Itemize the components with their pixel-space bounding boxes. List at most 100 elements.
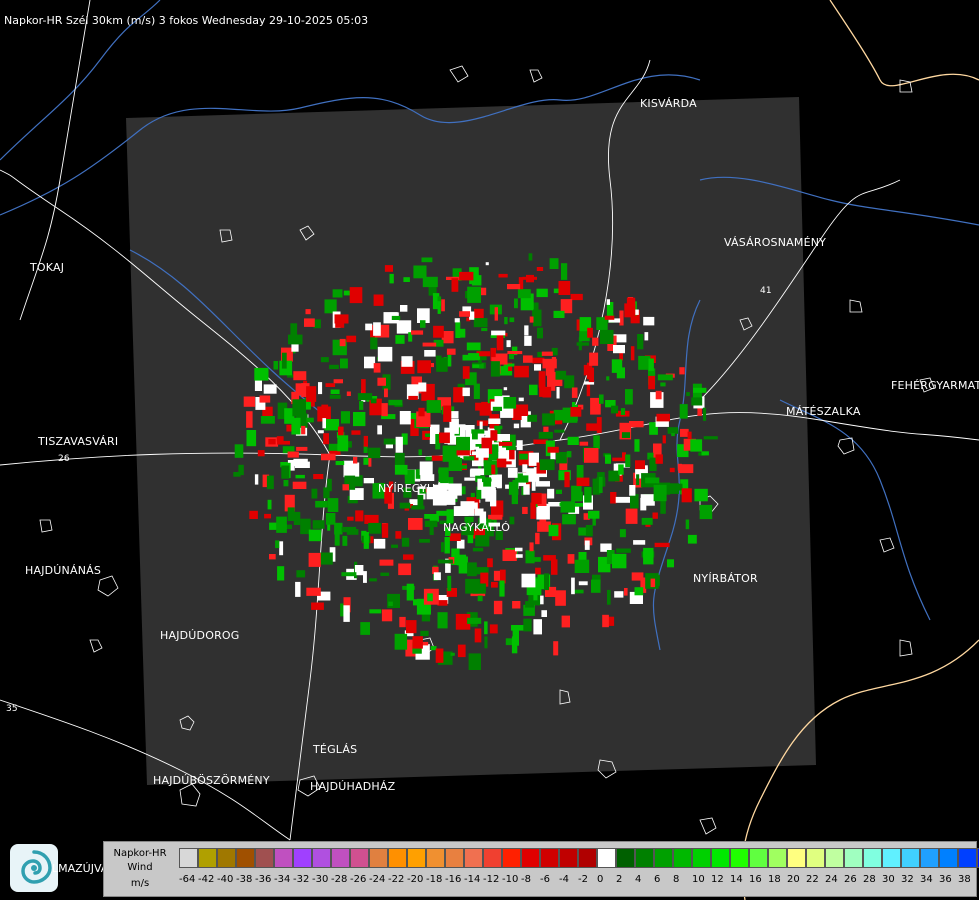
radar-echo <box>281 352 287 369</box>
radar-echo <box>334 532 340 546</box>
legend-tick-label: 18 <box>768 874 781 885</box>
radar-echo <box>383 438 398 445</box>
legend-swatch <box>312 848 331 868</box>
legend-swatch <box>597 848 616 868</box>
radar-echo <box>499 580 505 597</box>
radar-echo <box>655 390 662 400</box>
radar-echo <box>539 459 555 471</box>
radar-echo <box>541 351 553 356</box>
radar-echo <box>306 417 314 423</box>
radar-echo <box>335 461 345 466</box>
radar-echo <box>522 472 534 476</box>
legend-tick-label: -16 <box>445 874 462 885</box>
legend-tick-label: 0 <box>597 874 604 885</box>
radar-echo <box>363 478 374 484</box>
radar-echo <box>583 364 588 376</box>
radar-echo <box>344 462 360 477</box>
radar-echo <box>606 299 610 305</box>
radar-echo <box>364 356 376 369</box>
radar-echo <box>671 433 675 437</box>
legend-swatch <box>673 848 692 868</box>
radar-echo <box>524 335 532 346</box>
radar-echo <box>436 357 448 372</box>
radar-echo <box>572 491 583 501</box>
radar-echo <box>488 418 501 424</box>
radar-echo <box>443 405 452 422</box>
radar-echo <box>305 309 311 315</box>
met-service-swirl-icon <box>10 844 58 892</box>
radar-echo <box>418 407 425 417</box>
legend-swatch <box>844 848 863 868</box>
radar-echo <box>560 501 575 513</box>
legend-swatch <box>692 848 711 868</box>
radar-echo <box>446 348 456 355</box>
radar-echo <box>483 460 498 476</box>
radar-echo <box>650 578 656 588</box>
radar-echo <box>472 429 478 440</box>
legend-tick-label: 22 <box>806 874 819 885</box>
radar-echo <box>406 620 417 634</box>
radar-echo <box>437 612 448 629</box>
radar-echo <box>349 287 363 304</box>
radar-echo <box>474 308 484 319</box>
radar-echo <box>321 453 336 461</box>
radar-echo <box>347 516 354 521</box>
radar-echo <box>475 448 489 458</box>
legend-swatch <box>198 848 217 868</box>
radar-echo <box>332 289 343 298</box>
legend-tick-label: -14 <box>464 874 481 885</box>
radar-echo <box>539 382 544 397</box>
radar-echo <box>394 464 408 475</box>
radar-echo <box>607 589 611 605</box>
legend-tick-label: -40 <box>217 874 234 885</box>
radar-echo <box>335 315 345 328</box>
radar-echo <box>600 329 614 344</box>
radar-echo <box>507 284 521 290</box>
radar-echo <box>481 327 488 332</box>
legend-tick-label: 6 <box>654 874 661 885</box>
radar-echo <box>493 570 500 581</box>
radar-echo <box>535 567 541 575</box>
radar-echo <box>556 452 567 464</box>
radar-echo <box>341 526 357 533</box>
radar-echo <box>325 513 336 525</box>
radar-echo <box>656 413 670 422</box>
radar-echo <box>283 480 289 487</box>
radar-echo <box>535 481 550 487</box>
legend-tick-label: -42 <box>198 874 215 885</box>
radar-echo <box>608 470 620 482</box>
radar-echo <box>507 467 518 478</box>
radar-echo <box>681 488 692 503</box>
radar-echo <box>437 600 448 606</box>
radar-echo <box>542 386 552 398</box>
radar-echo <box>398 563 412 576</box>
radar-echo <box>462 387 470 397</box>
radar-echo <box>324 419 340 431</box>
radar-echo <box>567 436 579 445</box>
radar-echo <box>677 463 682 471</box>
radar-echo <box>468 653 481 670</box>
radar-echo <box>473 318 488 328</box>
radar-echo <box>364 514 379 524</box>
legend-tick-label: 16 <box>749 874 762 885</box>
radar-echo <box>667 427 679 434</box>
radar-echo <box>487 558 493 568</box>
radar-echo <box>379 559 394 566</box>
radar-echo <box>346 335 357 343</box>
radar-echo <box>441 299 445 312</box>
radar-echo <box>584 487 592 503</box>
radar-echo <box>311 602 324 610</box>
radar-echo <box>413 599 425 606</box>
radar-echo <box>389 273 394 284</box>
radar-echo <box>553 310 565 318</box>
city-label: NYÍRBÁTOR <box>693 572 758 585</box>
radar-echo <box>514 298 518 309</box>
radar-echo <box>611 405 619 414</box>
radar-echo <box>491 474 502 488</box>
radar-echo <box>507 351 523 355</box>
legend-tick-label: -28 <box>331 874 348 885</box>
radar-echo <box>553 641 559 656</box>
radar-echo <box>634 439 640 452</box>
radar-echo <box>536 288 548 298</box>
radar-echo <box>619 310 624 326</box>
